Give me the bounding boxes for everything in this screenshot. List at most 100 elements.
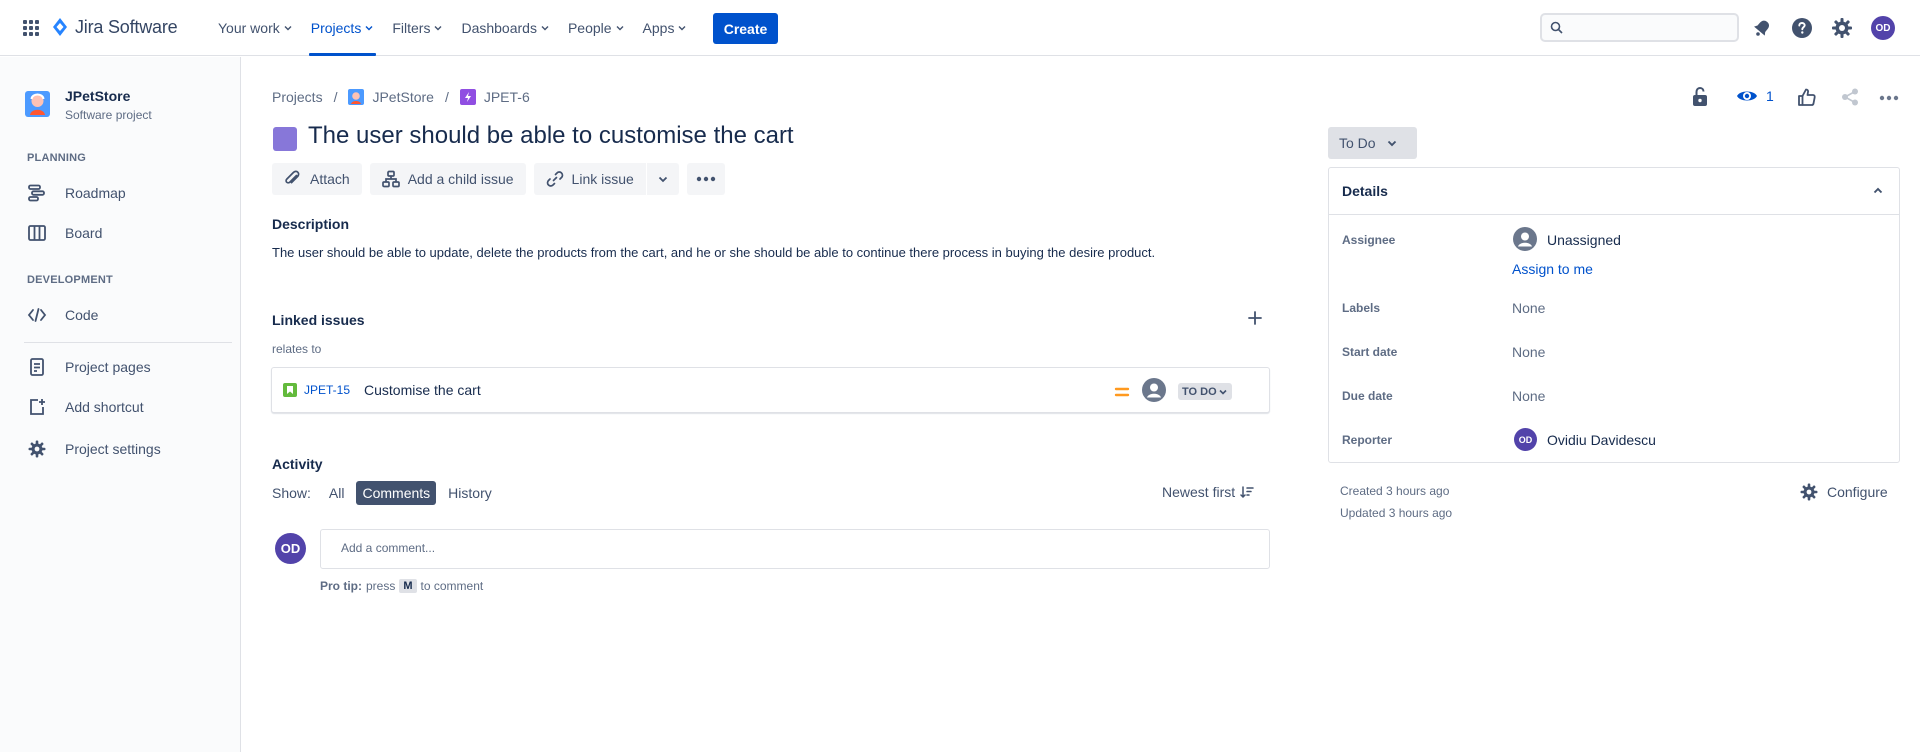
start-date-label: Start date: [1342, 345, 1398, 359]
unassigned-avatar-icon: [1513, 227, 1537, 251]
status-dropdown[interactable]: To Do: [1328, 127, 1417, 159]
nav-label: Apps: [642, 20, 675, 36]
top-navigation: Jira Software Your work Projects Filters…: [0, 0, 1920, 56]
sidebar-item-roadmap[interactable]: Roadmap: [27, 183, 126, 203]
help-icon[interactable]: [1790, 16, 1814, 40]
comment-author-avatar: OD: [275, 533, 306, 564]
watch-button[interactable]: 1: [1736, 88, 1774, 104]
linked-issues-header: Linked issues: [272, 312, 365, 328]
due-date-value[interactable]: None: [1512, 388, 1545, 404]
chevron-down-icon: [657, 173, 669, 185]
sidebar-item-board[interactable]: Board: [27, 223, 102, 243]
filter-all[interactable]: All: [323, 481, 351, 505]
project-header[interactable]: JPetStore Software project: [25, 87, 152, 122]
details-header[interactable]: Details: [1329, 168, 1899, 215]
configure-button[interactable]: Configure: [1799, 482, 1888, 502]
linked-issue-key[interactable]: JPET-15: [304, 383, 350, 397]
sidebar-divider: [24, 342, 232, 343]
filter-history[interactable]: History: [442, 481, 498, 505]
nav-your-work[interactable]: Your work: [214, 0, 297, 56]
add-linked-issue-icon[interactable]: [1247, 310, 1263, 326]
pro-tip-press: press: [366, 579, 396, 593]
share-icon[interactable]: [1840, 87, 1860, 107]
nav-apps[interactable]: Apps: [639, 0, 692, 56]
link-issue-label: Link issue: [571, 171, 634, 187]
linked-issue-status[interactable]: TO DO: [1178, 383, 1232, 400]
more-horizontal-icon: [695, 175, 717, 183]
notifications-icon[interactable]: [1750, 16, 1774, 40]
story-icon: [283, 383, 297, 397]
linked-issue-row[interactable]: JPET-15 Customise the cart TO DO: [271, 367, 1270, 413]
paperclip-icon: [284, 170, 302, 188]
search-icon: [1550, 21, 1563, 34]
sidebar-item-label: Add shortcut: [65, 399, 144, 415]
assignee-value[interactable]: Unassigned: [1547, 232, 1621, 248]
labels-value[interactable]: None: [1512, 300, 1545, 316]
add-child-issue-button[interactable]: Add a child issue: [369, 163, 526, 195]
configure-label: Configure: [1827, 484, 1888, 500]
watch-count: 1: [1766, 88, 1774, 104]
link-issue-dropdown[interactable]: [646, 163, 679, 195]
project-avatar-icon: [25, 87, 50, 122]
breadcrumb-projects[interactable]: Projects: [272, 89, 323, 105]
jira-logo[interactable]: Jira Software: [51, 16, 178, 38]
board-icon: [27, 223, 47, 243]
link-issue-button[interactable]: Link issue: [533, 163, 647, 195]
start-date-value[interactable]: None: [1512, 344, 1545, 360]
more-horizontal-icon[interactable]: [1878, 94, 1900, 102]
comment-input[interactable]: [341, 541, 941, 555]
filter-comments[interactable]: Comments: [356, 481, 437, 505]
sidebar-item-label: Project pages: [65, 359, 151, 375]
link-relation-label: relates to: [272, 342, 322, 356]
chevron-down-icon: [677, 23, 687, 33]
search-box[interactable]: [1540, 13, 1739, 42]
lock-icon[interactable]: [1690, 86, 1710, 108]
updated-timestamp: Updated 3 hours ago: [1340, 506, 1453, 520]
issue-type-icon[interactable]: [273, 127, 297, 151]
thumbs-up-icon[interactable]: [1797, 87, 1817, 107]
created-timestamp: Created 3 hours ago: [1340, 484, 1450, 498]
issue-action-bar: Attach Add a child issue Link issue: [272, 163, 725, 195]
sort-descending-icon: [1240, 485, 1254, 499]
sort-label: Newest first: [1162, 484, 1236, 500]
pro-tip-label: Pro tip:: [320, 579, 362, 593]
breadcrumb-issue-key[interactable]: JPET-6: [484, 89, 530, 105]
attach-button[interactable]: Attach: [272, 163, 362, 195]
sidebar-item-project-pages[interactable]: Project pages: [27, 357, 151, 377]
description-text[interactable]: The user should be able to update, delet…: [272, 245, 1155, 260]
breadcrumb-project[interactable]: JPetStore: [372, 89, 433, 105]
reporter-name[interactable]: Ovidiu Davidescu: [1547, 432, 1656, 448]
sidebar-item-project-settings[interactable]: Project settings: [27, 439, 161, 459]
assign-to-me-link[interactable]: Assign to me: [1512, 261, 1593, 277]
chevron-up-icon[interactable]: [1872, 185, 1884, 197]
create-button[interactable]: Create: [713, 13, 778, 44]
roadmap-icon: [27, 183, 47, 203]
epic-icon: [459, 89, 476, 105]
reporter-avatar: OD: [1514, 428, 1537, 451]
labels-label: Labels: [1342, 301, 1381, 315]
chevron-down-icon: [283, 23, 293, 33]
nav-filters[interactable]: Filters: [388, 0, 447, 56]
user-avatar[interactable]: OD: [1871, 16, 1895, 40]
comment-box[interactable]: [320, 529, 1270, 569]
sort-order-button[interactable]: Newest first: [1162, 484, 1254, 500]
project-sidebar: JPetStore Software project PLANNING Road…: [0, 57, 241, 752]
search-input[interactable]: [1568, 19, 1728, 37]
add-child-label: Add a child issue: [407, 171, 514, 187]
chevron-down-icon: [1386, 137, 1398, 149]
status-label: TO DO: [1182, 385, 1217, 398]
app-switcher-icon[interactable]: [21, 18, 41, 38]
sidebar-item-code[interactable]: Code: [27, 305, 98, 325]
breadcrumb-separator: /: [444, 89, 449, 105]
issue-title[interactable]: The user should be able to customise the…: [308, 122, 794, 150]
nav-people[interactable]: People: [564, 0, 629, 56]
nav-projects[interactable]: Projects: [307, 0, 379, 56]
more-actions-button[interactable]: [686, 163, 725, 195]
linked-issue-summary[interactable]: Customise the cart: [364, 382, 481, 398]
unassigned-avatar-icon[interactable]: [1142, 378, 1166, 402]
reporter-label: Reporter: [1342, 433, 1393, 447]
settings-gear-icon[interactable]: [1830, 16, 1854, 40]
sidebar-item-add-shortcut[interactable]: Add shortcut: [27, 397, 144, 417]
hierarchy-icon: [381, 170, 400, 188]
nav-dashboards[interactable]: Dashboards: [457, 0, 554, 56]
